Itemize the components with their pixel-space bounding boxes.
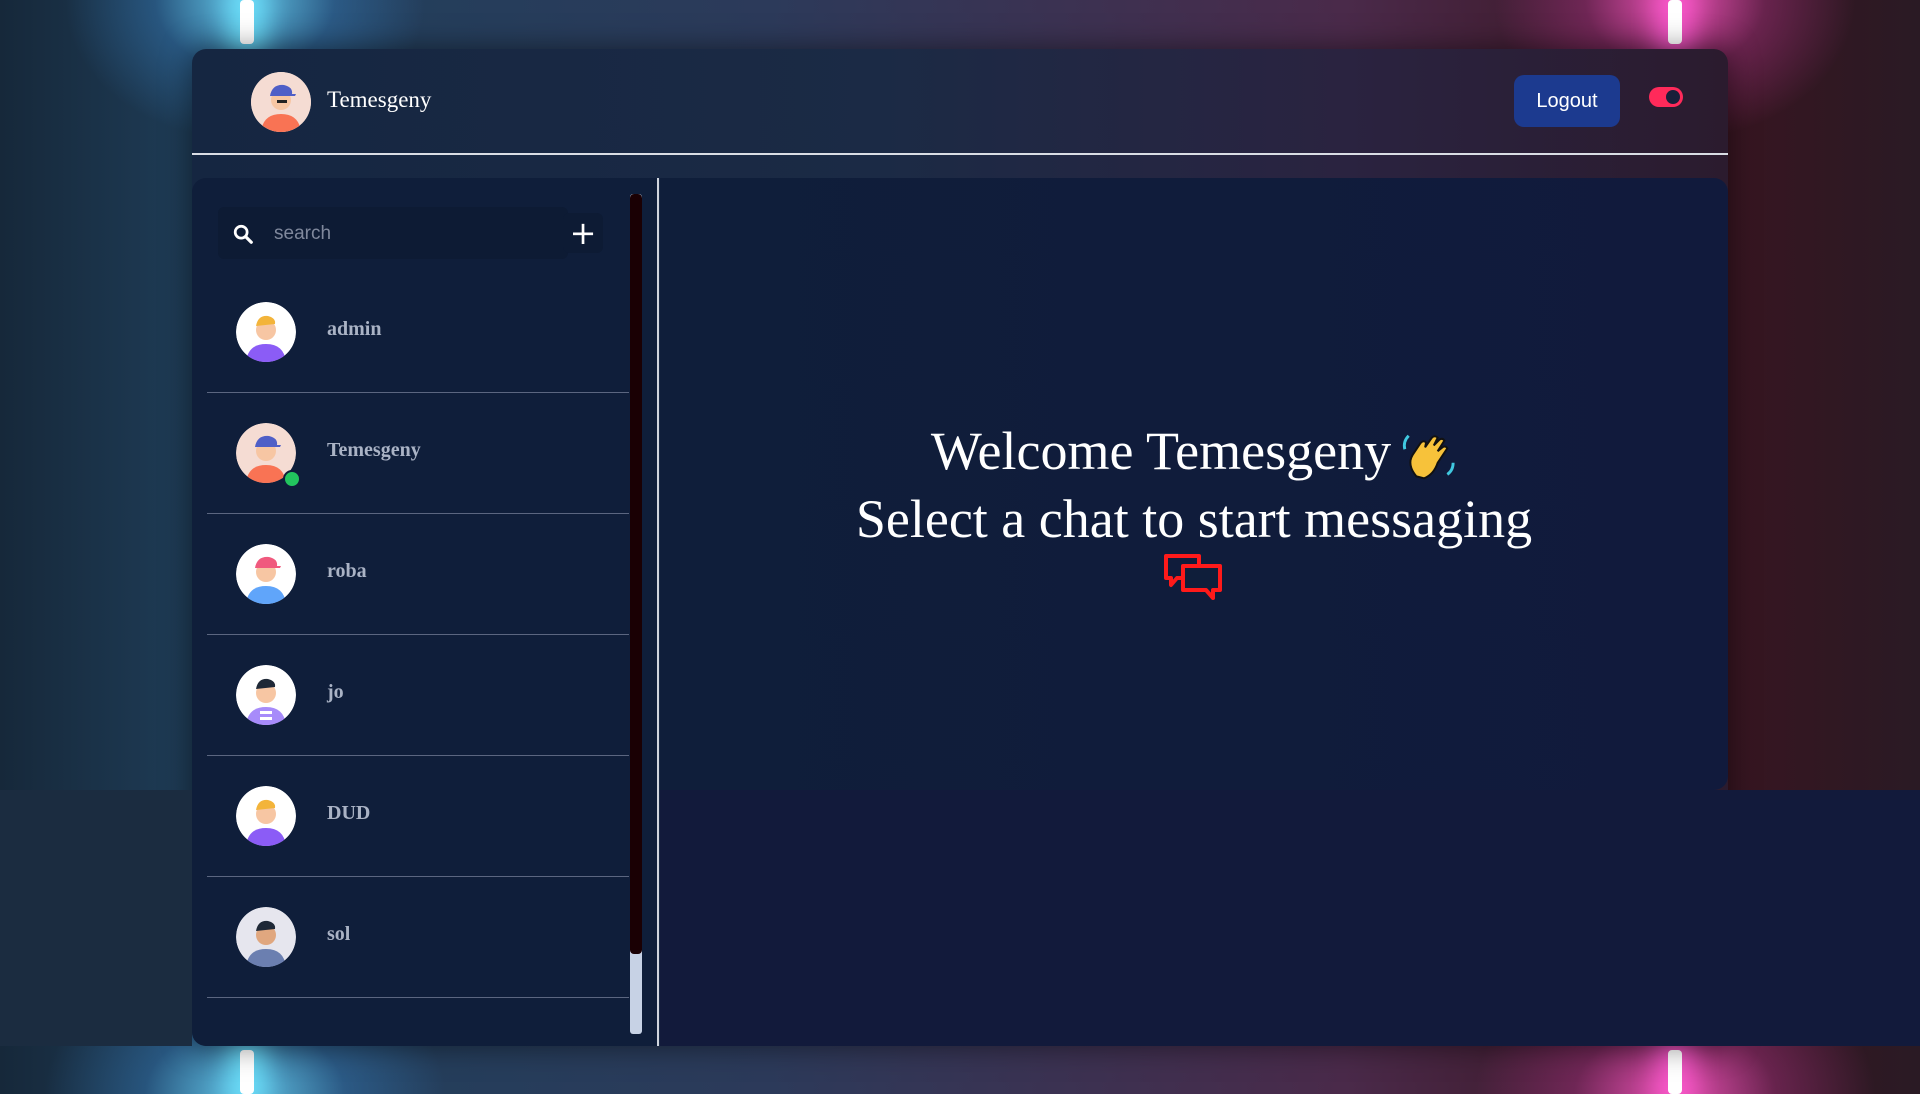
user-name: roba: [327, 560, 367, 582]
search-icon: [233, 224, 253, 244]
neon-lamp: [240, 1050, 254, 1094]
search-input[interactable]: [272, 217, 536, 251]
sidebar: + admin Temesgeny roba jo: [192, 178, 657, 1046]
welcome-panel: Welcome Temesgeny Select a chat to start…: [660, 178, 1728, 790]
neon-lamp: [240, 0, 254, 44]
user-list-item[interactable]: roba: [207, 514, 629, 635]
avatar: [236, 786, 296, 846]
neon-lamp: [1668, 0, 1682, 44]
logout-button[interactable]: Logout: [1514, 75, 1620, 127]
app-header: Temesgeny Logout: [192, 49, 1728, 155]
welcome-subheading: Select a chat to start messaging: [855, 488, 1533, 549]
current-username: Temesgeny: [327, 87, 432, 112]
avatar: [236, 544, 296, 604]
theme-toggle-icon[interactable]: [1649, 87, 1683, 107]
avatar: [236, 665, 296, 725]
user-name: admin: [327, 318, 382, 340]
scrollbar-thumb[interactable]: [630, 194, 642, 954]
user-list-item[interactable]: jo: [207, 635, 629, 756]
user-name: jo: [327, 681, 344, 703]
user-name: DUD: [327, 802, 371, 824]
toggle-knob: [1666, 90, 1680, 104]
user-list-item[interactable]: sol: [207, 877, 629, 998]
welcome-heading: Welcome Temesgeny: [930, 421, 1392, 481]
waving-hand-icon: [1402, 434, 1455, 479]
avatar: [236, 302, 296, 362]
user-avatar-icon[interactable]: [251, 72, 311, 132]
sidebar-scrollbar[interactable]: [630, 194, 642, 1034]
main-lower-area: [660, 790, 1920, 1046]
user-list-item[interactable]: Temesgeny: [207, 393, 629, 514]
online-status-indicator: [283, 470, 301, 488]
user-list-item[interactable]: DUD: [207, 756, 629, 877]
add-chat-button[interactable]: +: [563, 213, 603, 253]
neon-lamp: [1668, 1050, 1682, 1094]
chat-bubbles-icon: [1164, 554, 1222, 600]
background-strip: [0, 790, 192, 1046]
welcome-message: Welcome Temesgeny Select a chat to start…: [660, 418, 1728, 552]
user-name: sol: [327, 923, 351, 945]
user-list: admin Temesgeny roba jo DUD sol: [207, 272, 629, 998]
user-name: Temesgeny: [327, 439, 421, 461]
user-list-item[interactable]: admin: [207, 272, 629, 393]
panel-divider: [657, 178, 659, 1046]
avatar: [236, 907, 296, 967]
search-box: [218, 207, 568, 259]
